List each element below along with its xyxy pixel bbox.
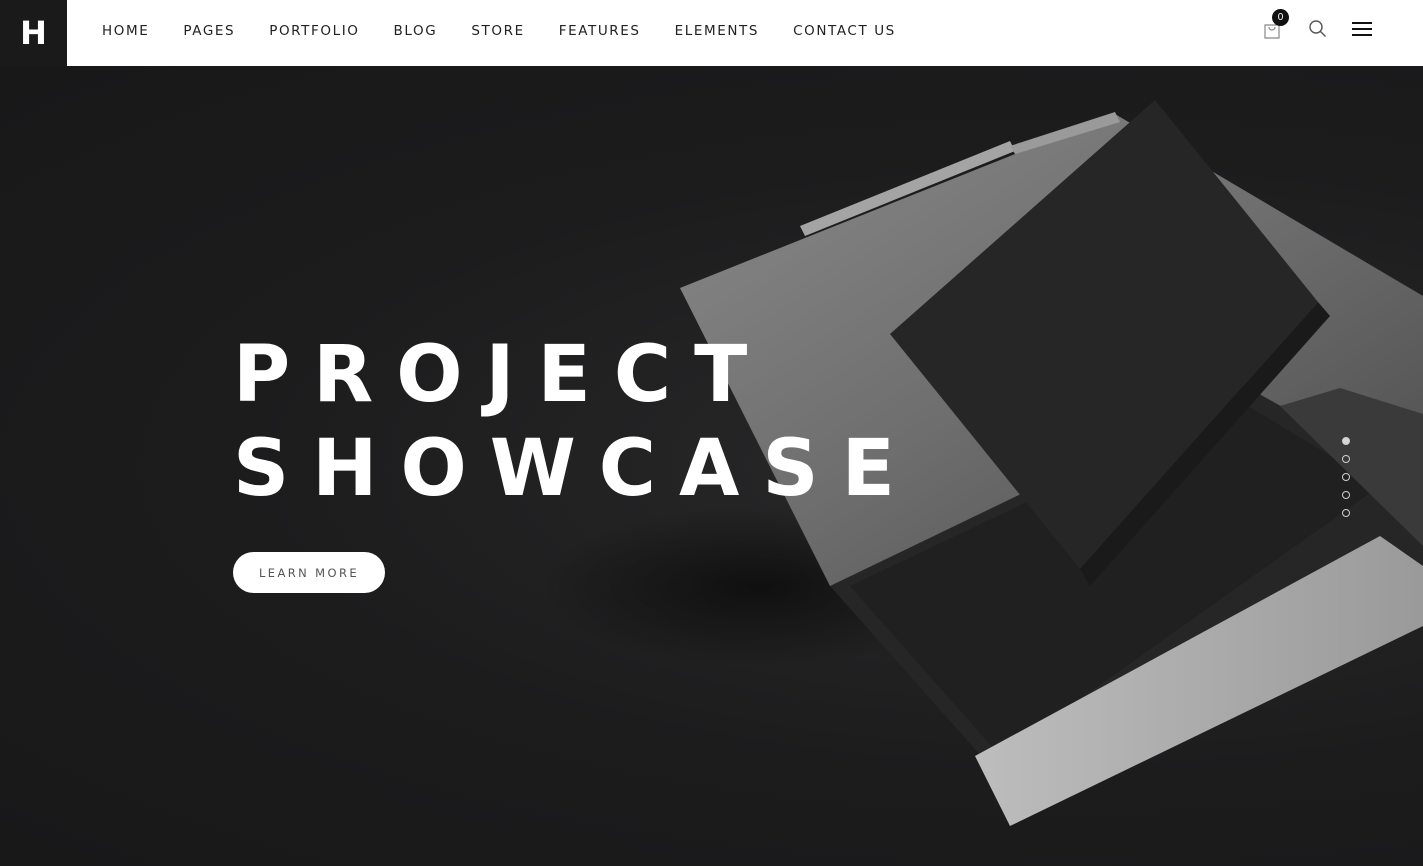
hamburger-menu-icon bbox=[1352, 22, 1372, 36]
main-nav: HOME PAGES PORTFOLIO BLOG STORE FEATURES… bbox=[102, 0, 930, 62]
nav-item-features[interactable]: FEATURES bbox=[559, 23, 641, 39]
site-logo[interactable]: H bbox=[0, 0, 67, 66]
logo-letter: H bbox=[20, 14, 47, 52]
nav-item-portfolio[interactable]: PORTFOLIO bbox=[269, 23, 359, 39]
search-button[interactable] bbox=[1308, 19, 1328, 39]
hero-title-line-2: SHOWCASE bbox=[233, 424, 918, 514]
hero-slider: PROJECT SHOWCASE LEARN MORE bbox=[0, 66, 1423, 866]
cart-button[interactable]: 0 bbox=[1262, 9, 1289, 40]
slider-dot-3[interactable] bbox=[1342, 473, 1350, 481]
nav-item-elements[interactable]: ELEMENTS bbox=[675, 23, 759, 39]
slider-dot-4[interactable] bbox=[1342, 491, 1350, 499]
nav-item-contact-us[interactable]: CONTACT US bbox=[793, 23, 896, 39]
slider-dot-2[interactable] bbox=[1342, 455, 1350, 463]
nav-item-blog[interactable]: BLOG bbox=[394, 23, 438, 39]
learn-more-button[interactable]: LEARN MORE bbox=[233, 552, 385, 593]
nav-item-home[interactable]: HOME bbox=[102, 23, 149, 39]
slider-dot-5[interactable] bbox=[1342, 509, 1350, 517]
slider-dot-1[interactable] bbox=[1342, 437, 1350, 445]
hero-title-line-1: PROJECT bbox=[233, 330, 771, 420]
cart-count-badge: 0 bbox=[1272, 9, 1289, 26]
nav-item-pages[interactable]: PAGES bbox=[183, 23, 235, 39]
hero-title: PROJECT SHOWCASE bbox=[233, 328, 918, 516]
menu-button[interactable] bbox=[1351, 20, 1373, 38]
search-icon bbox=[1309, 20, 1326, 37]
site-header: H HOME PAGES PORTFOLIO BLOG STORE FEATUR… bbox=[0, 0, 1423, 66]
nav-item-store[interactable]: STORE bbox=[471, 23, 524, 39]
slider-pagination bbox=[1342, 437, 1350, 527]
